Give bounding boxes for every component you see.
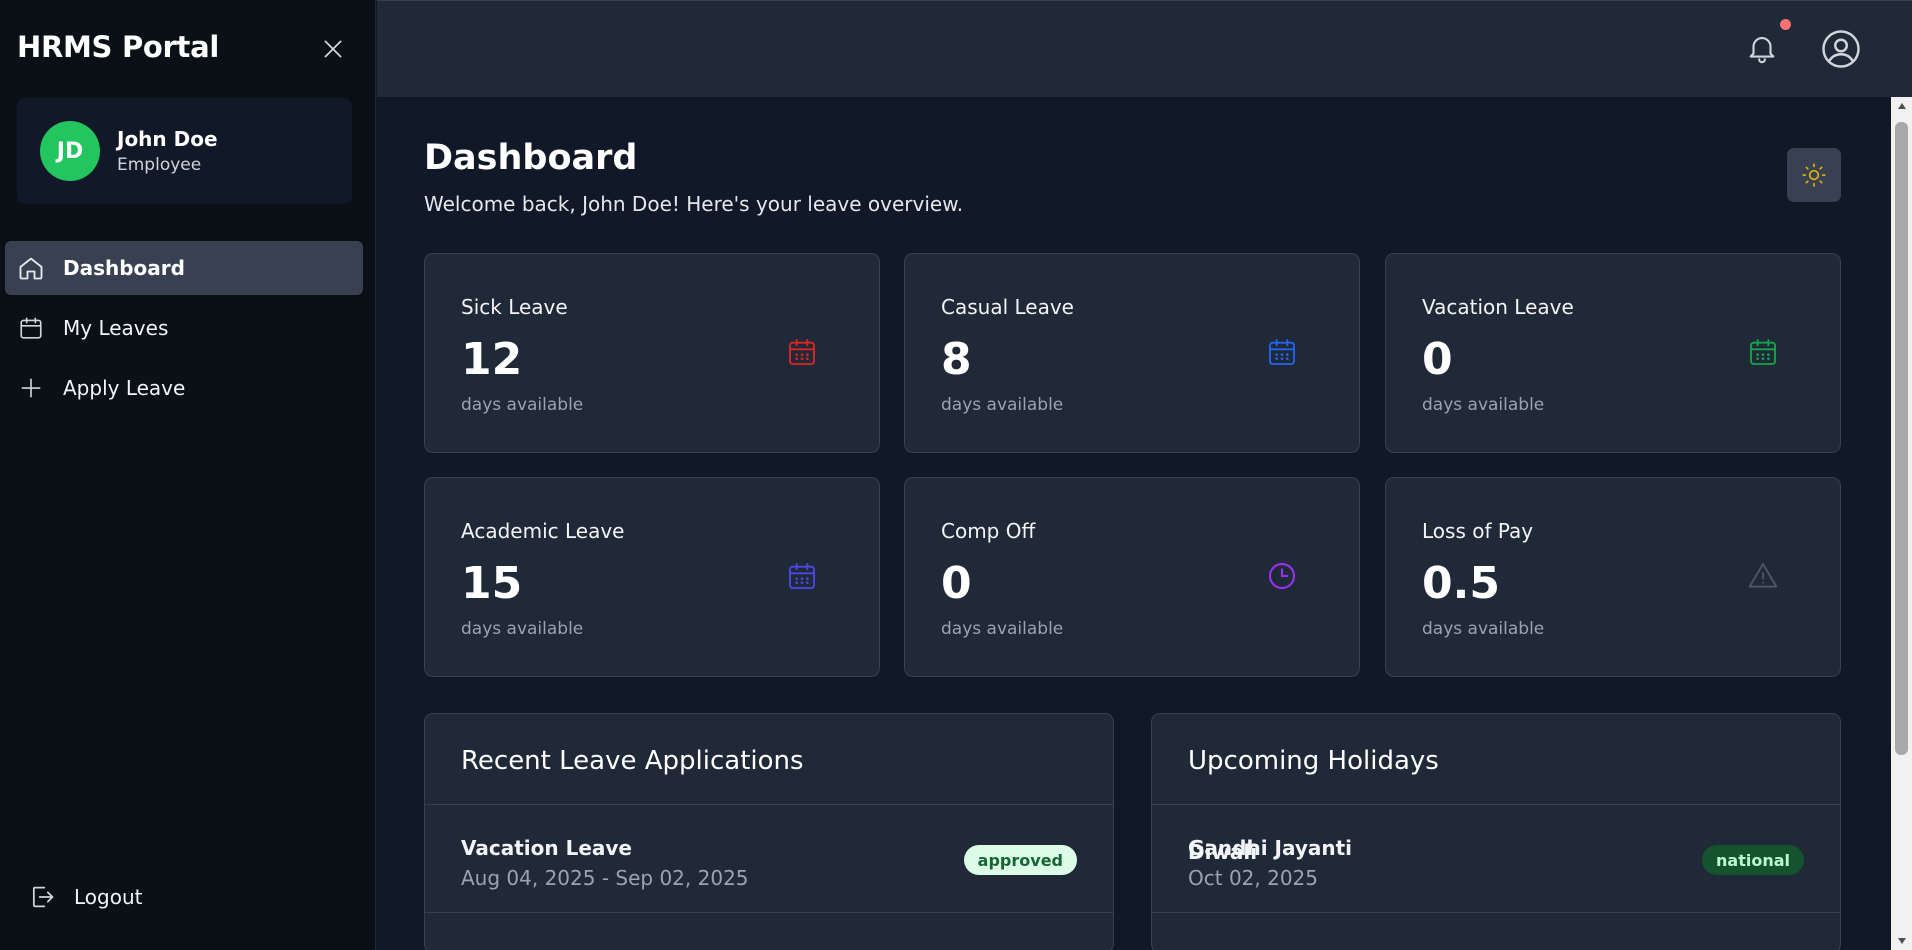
card-unit: days available [1422, 619, 1545, 639]
warning-icon [1747, 560, 1779, 592]
sidebar-item-label: My Leaves [63, 316, 169, 340]
close-icon [324, 40, 342, 58]
list-item[interactable]: Vacation Leave Aug 04, 2025 - Sep 02, 20… [425, 805, 1113, 913]
leave-card-comp-off: Comp Off 0 days available [904, 477, 1360, 677]
page-subtitle: Welcome back, John Doe! Here's your leav… [424, 192, 964, 216]
user-name: John Doe [117, 127, 218, 151]
card-unit: days available [461, 619, 584, 639]
sun-icon [1802, 163, 1826, 187]
card-title: Vacation Leave [1422, 295, 1574, 319]
holiday-name: Diwali [1188, 840, 1258, 864]
sidebar-item-label: Apply Leave [63, 376, 186, 400]
notification-badge [1780, 19, 1791, 30]
user-circle-icon [1822, 30, 1860, 68]
scrollbar-thumb[interactable] [1895, 122, 1908, 755]
sidebar-item-label: Dashboard [63, 256, 185, 280]
logout-label: Logout [74, 885, 143, 909]
card-value: 12 [461, 334, 523, 385]
calendar-icon [786, 336, 818, 368]
close-sidebar-button[interactable] [318, 34, 348, 64]
scroll-up-arrow[interactable] [1891, 97, 1912, 115]
sidebar: HRMS Portal JD John Doe Employee Dashboa… [0, 0, 376, 950]
sidebar-item-dashboard[interactable]: Dashboard [5, 241, 363, 295]
card-value: 15 [461, 558, 523, 609]
user-role: Employee [117, 155, 202, 175]
holiday-type-badge: national [1702, 845, 1804, 875]
avatar: JD [40, 121, 100, 181]
page-title: Dashboard [424, 138, 638, 178]
calendar-icon [786, 560, 818, 592]
recent-leaves-panel: Recent Leave Applications Vacation Leave… [424, 713, 1114, 950]
home-icon [16, 253, 46, 283]
top-bar [377, 0, 1912, 97]
card-unit: days available [941, 619, 1064, 639]
panel-title: Upcoming Holidays [1188, 746, 1439, 776]
leave-card-sick: Sick Leave 12 days available [424, 253, 880, 453]
leave-name: Vacation Leave [461, 836, 632, 860]
card-value: 0 [941, 558, 972, 609]
card-title: Sick Leave [461, 295, 568, 319]
card-unit: days available [461, 395, 584, 415]
clock-icon [1266, 560, 1298, 592]
leave-card-academic: Academic Leave 15 days available [424, 477, 880, 677]
leave-card-vacation: Vacation Leave 0 days available [1385, 253, 1841, 453]
bell-icon [1749, 37, 1775, 64]
card-unit: days available [941, 395, 1064, 415]
holiday-date: Oct 02, 2025 [1188, 866, 1318, 890]
sidebar-item-my-leaves[interactable]: My Leaves [5, 301, 363, 355]
logout-icon [32, 886, 54, 908]
profile-button[interactable] [1820, 28, 1862, 70]
logout-button[interactable]: Logout [28, 883, 142, 911]
card-unit: days available [1422, 395, 1545, 415]
panel-header: Recent Leave Applications [425, 714, 1113, 805]
leave-card-loss-of-pay: Loss of Pay 0.5 days available [1385, 477, 1841, 677]
card-title: Comp Off [941, 519, 1036, 543]
card-title: Casual Leave [941, 295, 1074, 319]
user-card: JD John Doe Employee [17, 98, 352, 204]
calendar-icon [16, 313, 46, 343]
status-badge: approved [963, 845, 1077, 875]
card-value: 0 [1422, 334, 1453, 385]
panel-title: Recent Leave Applications [461, 746, 804, 776]
card-title: Loss of Pay [1422, 519, 1534, 543]
sidebar-item-apply-leave[interactable]: Apply Leave [5, 361, 363, 415]
scrollbar[interactable] [1891, 97, 1912, 950]
card-value: 0.5 [1422, 558, 1500, 609]
scroll-down-arrow[interactable] [1891, 932, 1912, 950]
notifications-button[interactable] [1745, 31, 1779, 65]
card-value: 8 [941, 334, 972, 385]
panel-header: Upcoming Holidays [1152, 714, 1840, 805]
theme-toggle-button[interactable] [1787, 148, 1841, 202]
card-title: Academic Leave [461, 519, 625, 543]
upcoming-holidays-panel: Upcoming Holidays Gandhi Jayanti Oct 02,… [1151, 713, 1841, 950]
plus-icon [16, 373, 46, 403]
app-brand: HRMS Portal [17, 30, 219, 64]
calendar-icon [1747, 336, 1779, 368]
calendar-icon [1266, 336, 1298, 368]
leave-card-casual: Casual Leave 8 days available [904, 253, 1360, 453]
leave-dates: Aug 04, 2025 - Sep 02, 2025 [461, 866, 749, 890]
